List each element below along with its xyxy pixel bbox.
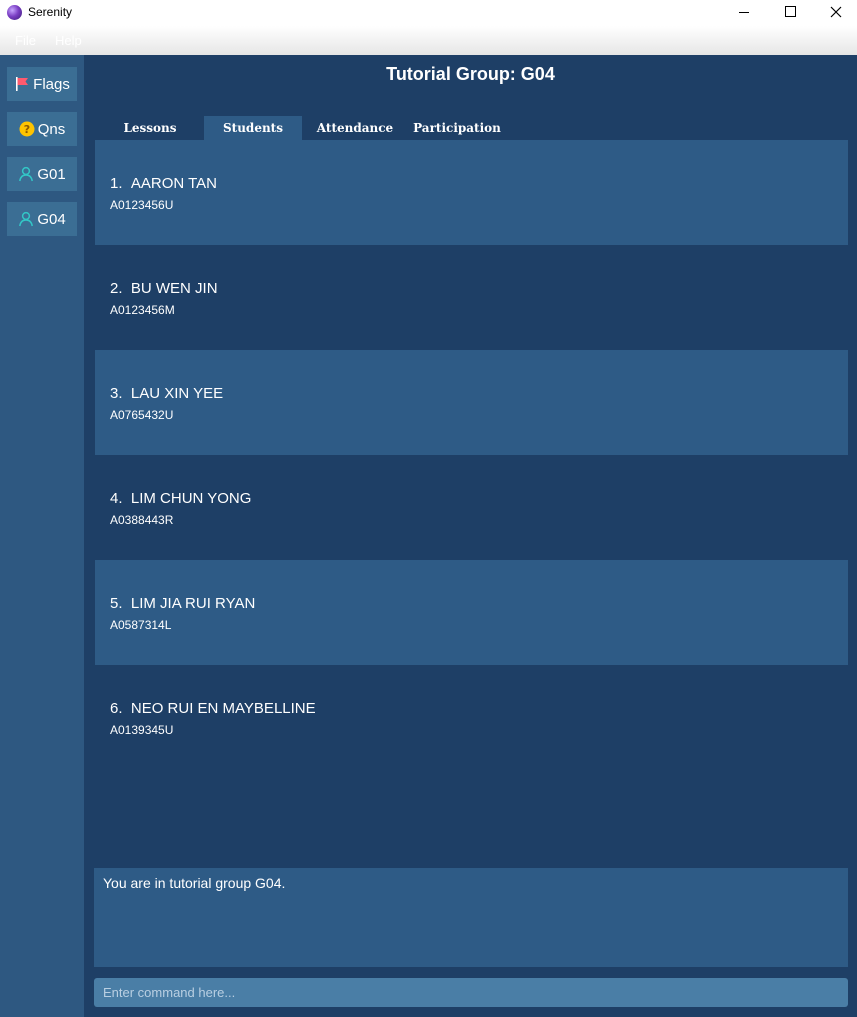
student-name: 3. LAU XIN YEE xyxy=(110,385,224,402)
student-name: 2. BU WEN JIN xyxy=(110,280,218,297)
student-card[interactable]: 5. LIM JIA RUI RYAN A0587314L xyxy=(95,560,848,665)
sidebar-item-g04[interactable]: G04 xyxy=(7,202,77,236)
student-name: 6. NEO RUI EN MAYBELLINE xyxy=(110,700,316,717)
title-bar: Serenity xyxy=(0,0,857,26)
student-id: A0587314L xyxy=(110,618,172,632)
menu-file[interactable]: File xyxy=(15,33,36,48)
tab-lessons[interactable]: Lessons xyxy=(101,116,199,140)
student-id: A0139345U xyxy=(110,723,174,737)
flag-icon xyxy=(14,76,30,92)
person-icon xyxy=(18,166,34,182)
close-icon xyxy=(830,6,842,18)
command-input[interactable]: Enter command here... xyxy=(94,978,848,1007)
command-placeholder: Enter command here... xyxy=(103,985,236,1000)
maximize-button[interactable] xyxy=(767,0,813,26)
sidebar-item-qns[interactable]: ? Qns xyxy=(7,112,77,146)
sidebar-item-label: Flags xyxy=(33,75,70,93)
sidebar-item-label: G01 xyxy=(37,165,66,183)
student-id: A0123456U xyxy=(110,198,174,212)
student-id: A0765432U xyxy=(110,408,174,422)
app-logo-icon xyxy=(7,5,22,20)
sidebar-item-label: G04 xyxy=(37,210,66,228)
student-card[interactable]: 1. AARON TAN A0123456U xyxy=(95,140,848,245)
sidebar-item-flags[interactable]: Flags xyxy=(7,67,77,101)
minimize-button[interactable] xyxy=(721,0,767,26)
student-id: A0123456M xyxy=(110,303,175,317)
student-card[interactable]: 6. NEO RUI EN MAYBELLINE A0139345U xyxy=(95,665,848,770)
question-icon: ? xyxy=(19,121,35,137)
menu-bar: File Help xyxy=(0,26,857,56)
student-name: 4. LIM CHUN YONG xyxy=(110,490,252,507)
student-id: A0388443R xyxy=(110,513,174,527)
student-name: 5. LIM JIA RUI RYAN xyxy=(110,595,256,612)
window-title: Serenity xyxy=(28,5,73,19)
student-card[interactable]: 3. LAU XIN YEE A0765432U xyxy=(95,350,848,455)
result-display: You are in tutorial group G04. xyxy=(94,868,848,967)
student-card[interactable]: 2. BU WEN JIN A0123456M xyxy=(95,245,848,350)
menu-help[interactable]: Help xyxy=(55,33,82,48)
page-title: Tutorial Group: G04 xyxy=(386,64,555,84)
student-card[interactable]: 4. LIM CHUN YONG A0388443R xyxy=(95,455,848,560)
result-message: You are in tutorial group G04. xyxy=(103,875,286,891)
student-name: 1. AARON TAN xyxy=(110,175,217,192)
svg-text:?: ? xyxy=(24,123,30,136)
sidebar-item-g01[interactable]: G01 xyxy=(7,157,77,191)
sidebar-item-label: Qns xyxy=(37,120,66,138)
sidebar: Flags ? Qns G01 G04 xyxy=(0,55,84,1017)
close-button[interactable] xyxy=(812,0,857,26)
tab-students[interactable]: Students xyxy=(204,116,302,140)
tab-participation[interactable]: Participation xyxy=(408,116,506,140)
person-icon xyxy=(18,211,34,227)
main-panel: Tutorial Group: G04 Lessons Students Att… xyxy=(84,55,857,1017)
tab-attendance[interactable]: Attendance xyxy=(306,116,404,140)
